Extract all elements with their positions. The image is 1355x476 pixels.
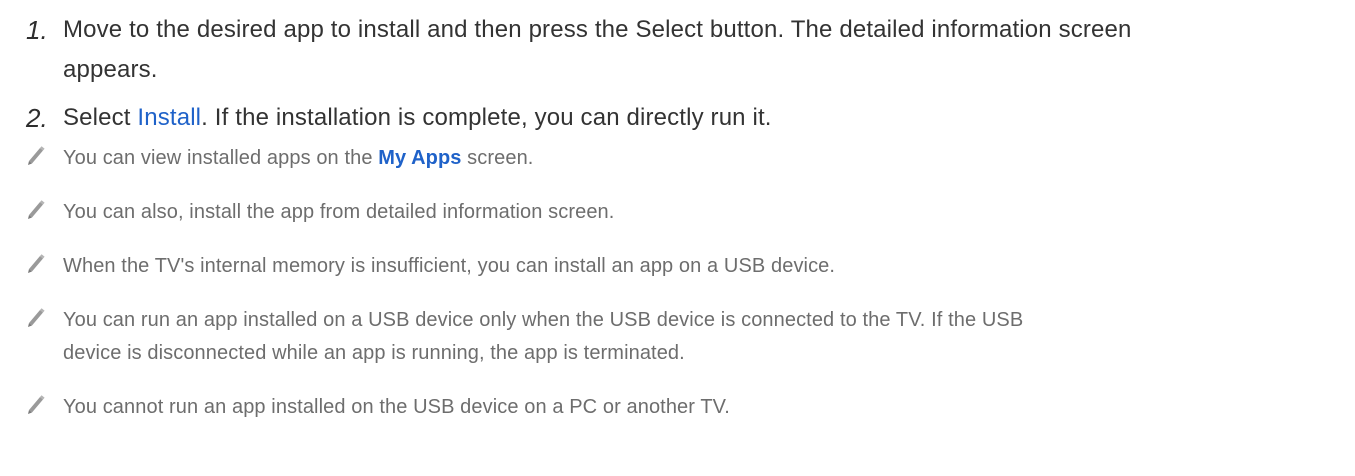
install-link[interactable]: Install [137, 104, 201, 131]
step-text-line: appears. [63, 56, 158, 83]
step-number: 2. [26, 103, 48, 133]
step-text: Select Install. If the installation is c… [63, 98, 772, 138]
step-number: 1. [26, 15, 48, 45]
step-text: Move to the desired app to install and t… [63, 10, 1132, 90]
step-text-after: . If the installation is complete, you c… [201, 104, 772, 131]
note-text-after: screen. [461, 147, 534, 169]
note-text: You cannot run an app installed on the U… [63, 396, 730, 418]
pencil-icon [26, 196, 63, 226]
note-5: You cannot run an app installed on the U… [26, 391, 1336, 424]
step-text-line: Move to the desired app to install and t… [63, 16, 1132, 43]
note-text: When the TV's internal memory is insuffi… [63, 255, 836, 277]
note-text: You can also, install the app from detai… [63, 201, 615, 223]
note-3: When the TV's internal memory is insuffi… [26, 250, 1336, 283]
pencil-icon [26, 304, 63, 334]
note-4: You can run an app installed on a USB de… [26, 304, 1336, 370]
pencil-icon [26, 142, 63, 172]
note-text-line: You can run an app installed on a USB de… [63, 309, 1024, 331]
note-text-line: device is disconnected while an app is r… [63, 342, 685, 364]
step-1: 1. Move to the desired app to install an… [26, 10, 1336, 90]
note-2: You can also, install the app from detai… [26, 196, 1336, 229]
note-text-before: You can view installed apps on the [63, 147, 379, 169]
note-text: You can view installed apps on the My Ap… [63, 142, 533, 175]
pencil-icon [26, 391, 63, 421]
pencil-icon [26, 250, 63, 280]
my-apps-link[interactable]: My Apps [378, 147, 461, 169]
note-1: You can view installed apps on the My Ap… [26, 142, 1336, 175]
note-text: You can run an app installed on a USB de… [63, 304, 1023, 370]
step-2: 2. Select Install. If the installation i… [26, 98, 1336, 138]
step-text-before: Select [63, 104, 138, 131]
manual-page: 1. Move to the desired app to install an… [0, 0, 1355, 476]
